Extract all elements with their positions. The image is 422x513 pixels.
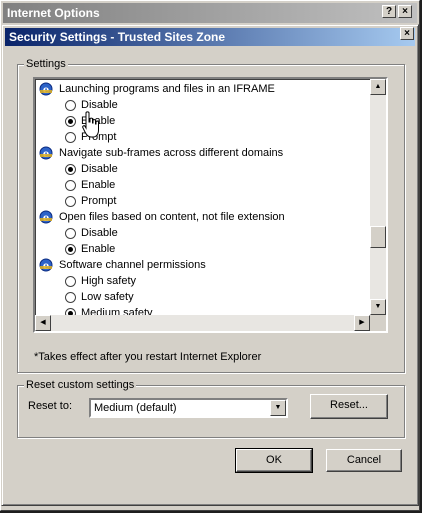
hand-cursor-icon: [82, 111, 99, 138]
scroll-down-button[interactable]: ▼: [370, 299, 386, 315]
setting-category: e Software channel permissions: [39, 257, 206, 273]
reset-to-label: Reset to:: [28, 400, 73, 412]
setting-label: Enable: [81, 179, 116, 191]
scroll-right-button[interactable]: ▶: [354, 315, 370, 331]
dialog-close-button[interactable]: ×: [400, 27, 414, 40]
dialog-titlebar: Security Settings - Trusted Sites Zone: [5, 28, 415, 46]
setting-option[interactable]: Disable: [65, 225, 118, 241]
setting-option[interactable]: Low safety: [65, 289, 134, 305]
scroll-left-button[interactable]: ◀: [35, 315, 51, 331]
setting-label: Software channel permissions: [59, 259, 206, 271]
setting-label: High safety: [81, 275, 137, 287]
ok-button[interactable]: OK: [235, 448, 313, 473]
setting-label: Open files based on content, not file ex…: [59, 211, 285, 223]
cancel-button[interactable]: Cancel: [326, 449, 402, 472]
horizontal-scrollbar[interactable]: ◀ ▶: [35, 315, 370, 331]
setting-category: e Navigate sub-frames across different do…: [39, 145, 284, 161]
reset-button[interactable]: Reset...: [310, 394, 388, 419]
setting-option[interactable]: Disable: [65, 161, 118, 177]
radio-unselected-icon[interactable]: [65, 100, 76, 111]
radio-selected-icon[interactable]: [65, 244, 76, 255]
dialog-title: Security Settings - Trusted Sites Zone: [9, 30, 226, 44]
restart-note: *Takes effect after you restart Internet…: [34, 351, 262, 363]
help-button[interactable]: ?: [382, 5, 396, 18]
chevron-down-icon[interactable]: ▼: [270, 400, 286, 416]
radio-unselected-icon[interactable]: [65, 132, 76, 143]
settings-group-label: Settings: [24, 57, 68, 71]
setting-label: Enable: [81, 243, 116, 255]
ie-settings-icon: e: [39, 82, 53, 96]
setting-label: Navigate sub-frames across different dom…: [59, 147, 284, 159]
radio-unselected-icon[interactable]: [65, 180, 76, 191]
setting-label: Prompt: [81, 195, 117, 207]
setting-option[interactable]: Enable: [65, 177, 116, 193]
radio-unselected-icon[interactable]: [65, 228, 76, 239]
reset-to-dropdown[interactable]: Medium (default) ▼: [89, 398, 288, 418]
setting-option[interactable]: Prompt: [65, 193, 117, 209]
ie-settings-icon: e: [39, 258, 53, 272]
radio-selected-icon[interactable]: [65, 164, 76, 175]
scroll-up-button[interactable]: ▲: [370, 79, 386, 95]
radio-unselected-icon[interactable]: [65, 276, 76, 287]
radio-selected-icon[interactable]: [65, 116, 76, 127]
vertical-scrollbar[interactable]: ▲ ▼: [370, 79, 386, 315]
setting-label: Low safety: [81, 291, 134, 303]
setting-label: Disable: [81, 227, 118, 239]
radio-unselected-icon[interactable]: [65, 292, 76, 303]
close-icon[interactable]: ×: [398, 5, 412, 18]
setting-category: e Launching programs and files in an IFRA…: [39, 81, 275, 97]
radio-unselected-icon[interactable]: [65, 196, 76, 207]
setting-option[interactable]: Enable: [65, 241, 116, 257]
reset-to-value: Medium (default): [94, 402, 177, 414]
ie-settings-icon: e: [39, 146, 53, 160]
setting-label: Launching programs and files in an IFRAM…: [59, 83, 275, 95]
setting-option[interactable]: High safety: [65, 273, 137, 289]
reset-group-label: Reset custom settings: [24, 378, 137, 392]
setting-label: Disable: [81, 99, 118, 111]
internet-options-titlebar: Internet Options: [3, 3, 417, 23]
vertical-scroll-thumb[interactable]: [370, 226, 386, 248]
internet-options-title: Internet Options: [7, 6, 100, 20]
setting-category: e Open files based on content, not file e…: [39, 209, 285, 225]
setting-label: Disable: [81, 163, 118, 175]
ie-settings-icon: e: [39, 210, 53, 224]
scroll-corner: [370, 315, 386, 331]
